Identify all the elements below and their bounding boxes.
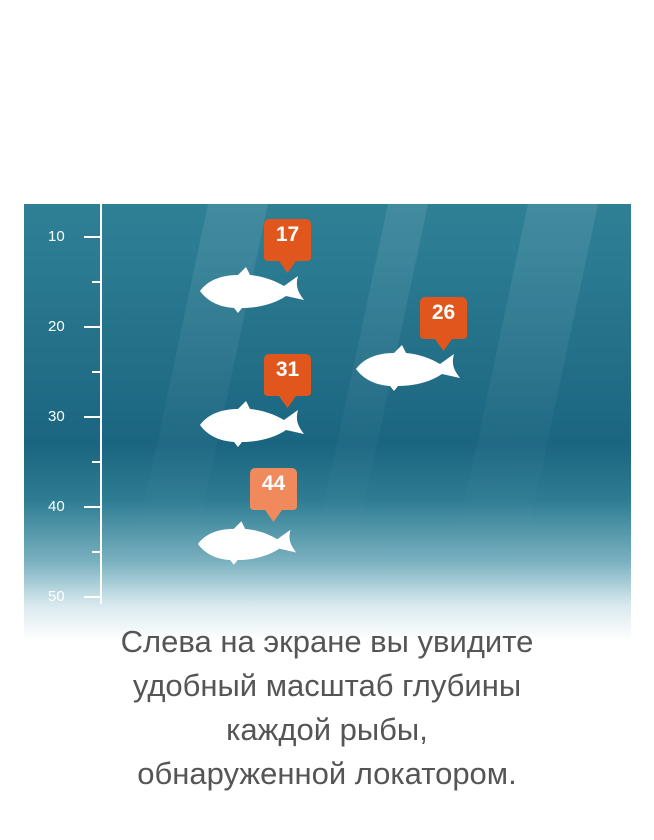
caption-line: удобный масштаб глубины [132, 668, 522, 703]
fish-icon[interactable] [354, 344, 464, 392]
caption-line: обнаруженной локатором. [137, 756, 517, 791]
depth-label-10: 10 [48, 228, 65, 245]
caption-text: Слева на экране вы увидите удобный масшт… [20, 620, 634, 796]
caption-line: Слева на экране вы увидите [120, 624, 534, 659]
depth-label-50: 50 [48, 588, 65, 605]
fish-icon[interactable] [198, 266, 308, 314]
marker-depth-value: 31 [275, 358, 300, 381]
fish-icon[interactable] [196, 520, 300, 566]
marker-depth-value: 17 [275, 223, 300, 246]
fish-icon[interactable] [198, 400, 308, 448]
depth-label-30: 30 [48, 408, 65, 425]
depth-marker-44[interactable]: 44 [250, 468, 297, 526]
marker-depth-value: 44 [261, 472, 286, 495]
sonar-display: 10 20 30 40 50 17 26 31 44 [24, 204, 631, 640]
depth-label-20: 20 [48, 318, 65, 335]
caption-line: каждой рыбы, [226, 712, 428, 747]
marker-depth-value: 26 [431, 301, 456, 324]
depth-label-40: 40 [48, 498, 65, 515]
depth-ruler [84, 204, 102, 604]
